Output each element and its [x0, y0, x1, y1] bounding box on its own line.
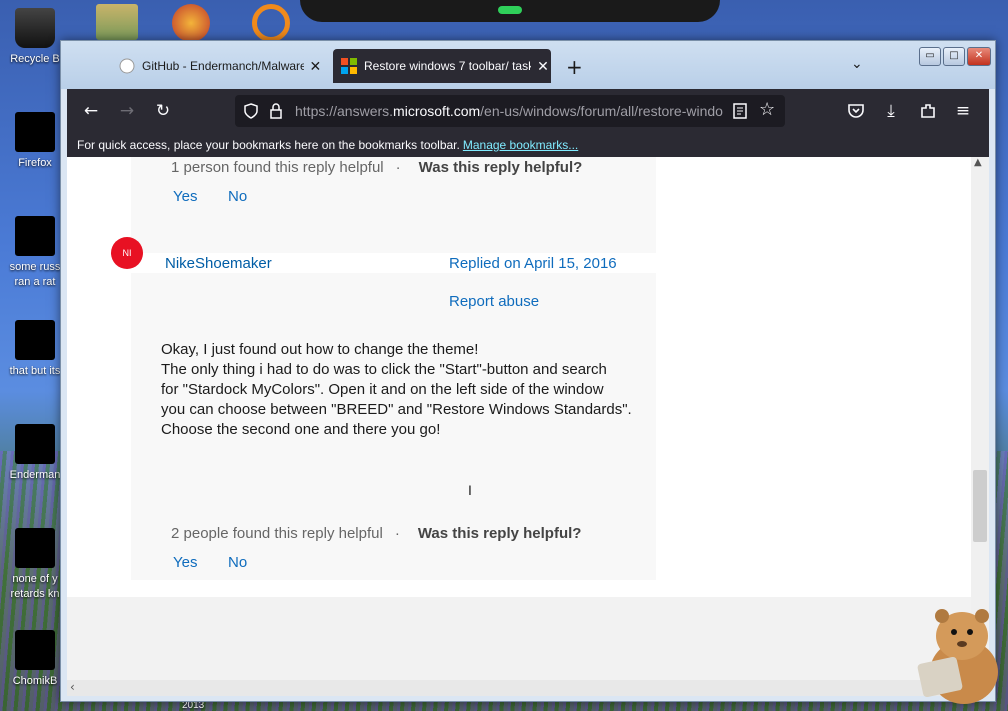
- recycle-bin-icon: [15, 8, 55, 48]
- tab-microsoft-answers[interactable]: Restore windows 7 toolbar/ task ✕: [333, 49, 551, 83]
- url-path: /en-us/windows/forum/all/restore-windo: [480, 103, 723, 119]
- no-button[interactable]: No: [228, 188, 247, 205]
- reply-body-line: Okay, I just found out how to change the…: [161, 341, 479, 358]
- desktop-icon-file[interactable]: Enderman: [4, 424, 66, 483]
- desktop-app-icon[interactable]: [252, 4, 290, 42]
- desktop-app-icon[interactable]: [96, 4, 138, 40]
- page-footer-area: [67, 597, 971, 680]
- forward-button[interactable]: →: [115, 99, 139, 123]
- bookmark-star-icon[interactable]: ☆: [759, 99, 775, 120]
- browser-window: GitHub - Endermanch/Malware ✕ Restore wi…: [60, 40, 996, 702]
- desktop-icon-label: that but its: [9, 365, 61, 377]
- document-icon: [15, 424, 55, 464]
- document-icon: [15, 630, 55, 670]
- desktop-icon-file[interactable]: that but its: [4, 320, 66, 379]
- firefox-icon: [15, 112, 55, 152]
- back-button[interactable]: ←: [79, 99, 103, 123]
- shield-icon[interactable]: [243, 103, 259, 119]
- desktop-icon-file[interactable]: some russ ran a rat: [4, 216, 66, 290]
- page-content: 1 person found this reply helpful · Was th…: [67, 157, 971, 680]
- reload-button[interactable]: ↻: [151, 99, 175, 123]
- reply-body: Okay, I just found out how to change the…: [161, 340, 632, 440]
- pocket-icon[interactable]: [847, 102, 865, 120]
- new-tab-button[interactable]: +: [566, 55, 583, 79]
- url-bar[interactable]: https://answers.microsoft.com/en-us/wind…: [235, 95, 785, 127]
- downloads-icon[interactable]: ⤓: [879, 99, 903, 123]
- reply-body-line: The only thing i had to do was to click …: [161, 361, 607, 378]
- minimize-button[interactable]: ▭: [919, 47, 941, 66]
- document-icon: [15, 528, 55, 568]
- reader-view-icon[interactable]: [733, 103, 747, 119]
- reply-body-line: for "Stardock MyColors". Open it and on …: [161, 381, 604, 398]
- url-text[interactable]: https://answers.microsoft.com/en-us/wind…: [295, 103, 725, 119]
- manage-bookmarks-link[interactable]: Manage bookmarks...: [463, 138, 578, 152]
- gadget-indicator: [498, 6, 522, 14]
- desktop-icon-recycle-bin[interactable]: Recycle B: [4, 8, 66, 67]
- close-tab-icon[interactable]: ✕: [308, 58, 323, 75]
- helpful-row: 2 people found this reply helpful · Was th…: [171, 525, 581, 542]
- separator: ·: [394, 525, 400, 542]
- reply-body-line: you can choose between "BREED" and "Rest…: [161, 401, 632, 418]
- yes-button[interactable]: Yes: [173, 188, 197, 205]
- url-prefix: https://answers.: [295, 103, 394, 119]
- scroll-up-icon[interactable]: ▲: [974, 157, 982, 168]
- desktop-icon-file[interactable]: none of y retards kn: [4, 528, 66, 602]
- no-button[interactable]: No: [228, 554, 247, 571]
- separator: ·: [395, 159, 401, 176]
- nav-toolbar: ← → ↻ https://answers.microsoft.com/en-u…: [67, 89, 989, 133]
- github-icon: [119, 58, 135, 74]
- reply-date[interactable]: Replied on April 15, 2016: [449, 255, 617, 272]
- list-all-tabs-button[interactable]: ⌄: [851, 56, 863, 72]
- microsoft-icon: [341, 58, 357, 74]
- desktop-app-icon[interactable]: [172, 4, 210, 42]
- lock-icon[interactable]: [269, 103, 283, 119]
- menu-icon[interactable]: ≡: [951, 99, 975, 123]
- yes-button[interactable]: Yes: [173, 554, 197, 571]
- desktop-icon-file[interactable]: ChomikB: [4, 630, 66, 689]
- helpful-question: Was this reply helpful?: [418, 159, 583, 176]
- extensions-icon[interactable]: [919, 102, 937, 120]
- tab-label: Restore windows 7 toolbar/ task: [364, 59, 532, 73]
- document-icon: [15, 216, 55, 256]
- author-link[interactable]: NikeShoemaker: [165, 255, 272, 272]
- previous-reply-card: 1 person found this reply helpful · Was th…: [131, 157, 656, 253]
- bookmarks-toolbar: For quick access, place your bookmarks h…: [67, 133, 989, 157]
- reply-body-line: Choose the second one and there you go!: [161, 421, 441, 438]
- close-window-button[interactable]: ✕: [967, 47, 991, 66]
- hamster-mascot-icon: [917, 609, 998, 704]
- desktop-icon-label: none of y retards kn: [10, 573, 60, 600]
- url-domain: microsoft.com: [393, 103, 481, 119]
- desktop-icon-label: some russ ran a rat: [9, 261, 61, 288]
- desktop-icon-label: Enderman: [9, 469, 61, 481]
- desktop-icon-label: Firefox: [18, 157, 52, 169]
- text-cursor-icon: I: [468, 482, 472, 498]
- scrollbar-thumb[interactable]: [973, 470, 987, 542]
- document-icon: [15, 320, 55, 360]
- desktop-gadget: [300, 0, 720, 22]
- tab-github[interactable]: GitHub - Endermanch/Malware ✕: [111, 49, 323, 83]
- close-tab-icon[interactable]: ✕: [535, 58, 551, 75]
- avatar[interactable]: NI: [111, 237, 143, 269]
- scroll-left-icon[interactable]: ‹: [70, 680, 75, 694]
- maximize-button[interactable]: □: [943, 47, 965, 66]
- helpful-row: 1 person found this reply helpful · Was th…: [171, 159, 582, 176]
- tab-label: GitHub - Endermanch/Malware: [142, 59, 304, 73]
- helpful-count: 1 person found this reply helpful: [171, 159, 384, 176]
- helpful-question: Was this reply helpful?: [417, 525, 582, 542]
- helpful-count: 2 people found this reply helpful: [171, 525, 383, 542]
- horizontal-scrollbar[interactable]: ‹: [67, 680, 989, 696]
- desktop-icon-label: Recycle B: [10, 53, 60, 65]
- tab-bar: GitHub - Endermanch/Malware ✕ Restore wi…: [61, 41, 995, 89]
- desktop-icon-firefox[interactable]: Firefox: [4, 112, 66, 171]
- bookmarks-hint: For quick access, place your bookmarks h…: [77, 138, 460, 152]
- report-abuse-link[interactable]: Report abuse: [449, 293, 539, 310]
- desktop-icon-label: ChomikB: [12, 675, 58, 687]
